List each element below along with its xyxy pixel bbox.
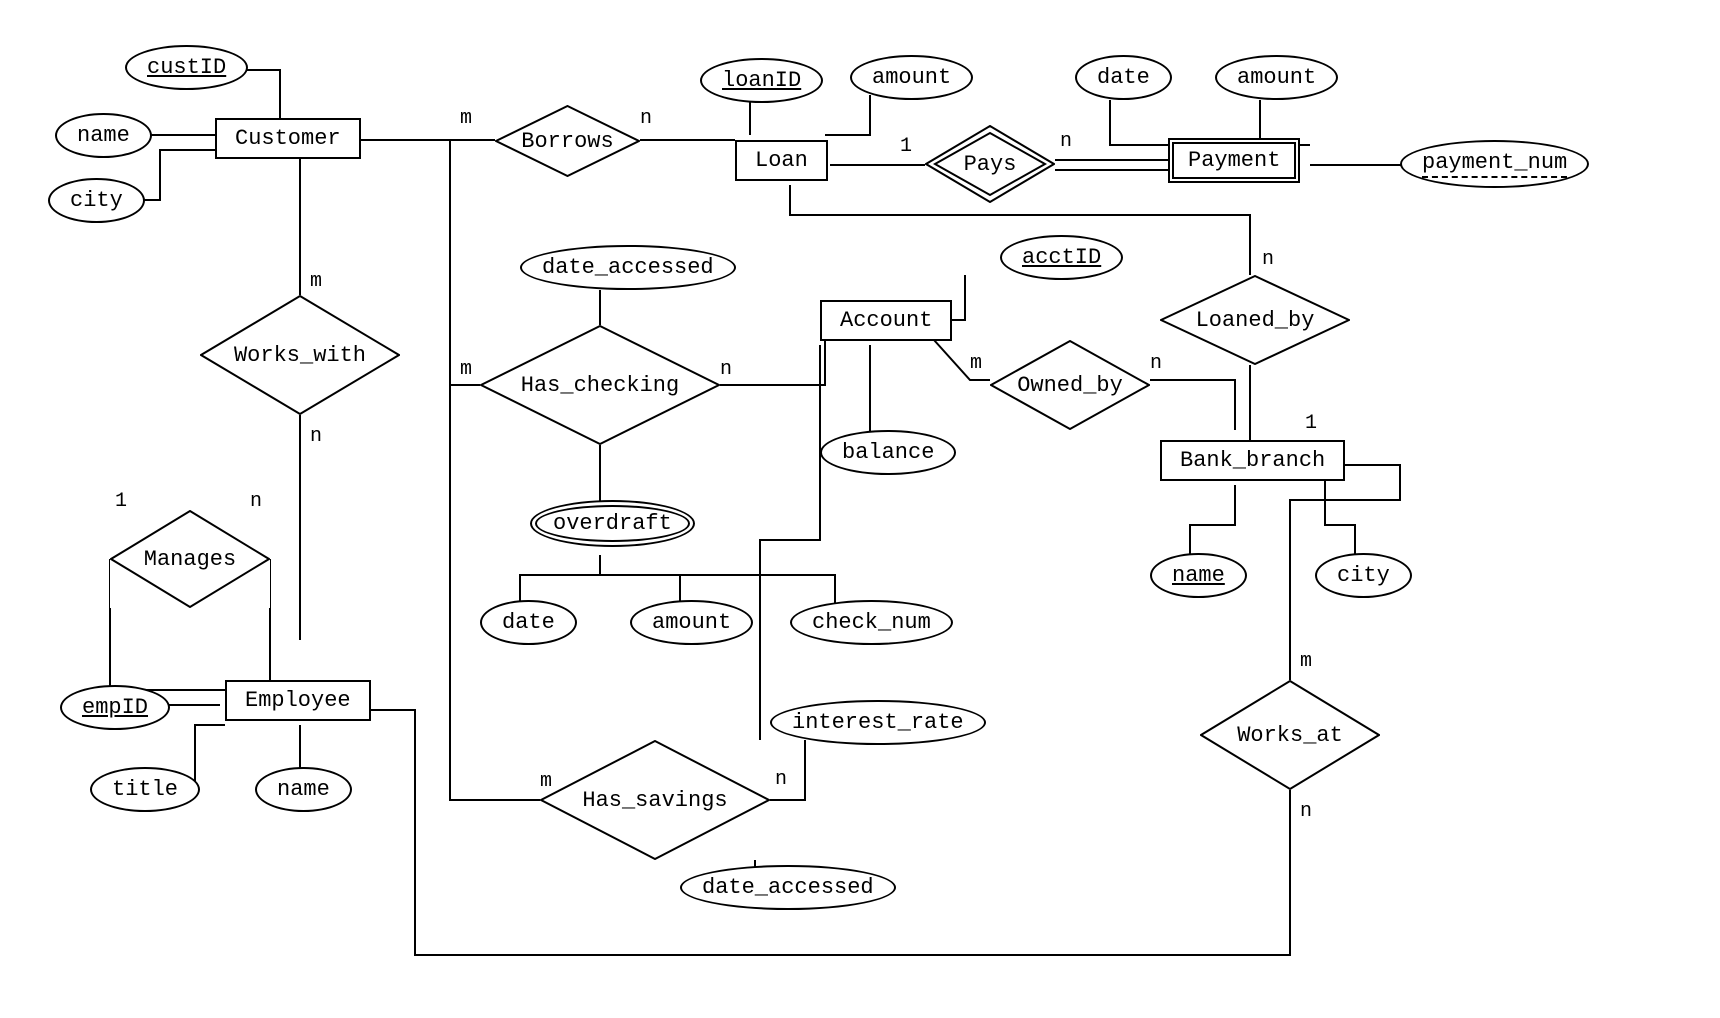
card-manages-n: n (250, 490, 262, 513)
attr-pay-amount-label: amount (1237, 65, 1316, 90)
rel-loaned-by: Loaned_by (1160, 275, 1350, 365)
attr-hs-interest-rate: interest_rate (770, 700, 986, 745)
attr-cust-city-label: city (70, 188, 123, 213)
card-has-savings-n: n (775, 768, 787, 791)
attr-loan-amount-label: amount (872, 65, 951, 90)
entity-customer: Customer (215, 118, 361, 159)
attr-loanid: loanID (700, 58, 823, 103)
attr-emp-name: name (255, 767, 352, 812)
rel-works-at-label: Works_at (1237, 723, 1343, 748)
attr-branch-city-label: city (1337, 563, 1390, 588)
attr-empid: empID (60, 685, 170, 730)
entity-loan-label: Loan (755, 148, 808, 173)
entity-payment: Payment (1168, 138, 1300, 183)
card-has-checking-m: m (460, 358, 472, 381)
rel-has-savings-label: Has_savings (582, 788, 727, 813)
attr-payment-num: payment_num (1400, 140, 1589, 188)
entity-customer-label: Customer (235, 126, 341, 151)
attr-cust-city: city (48, 178, 145, 223)
attr-overdraft-label: overdraft (553, 511, 672, 536)
attr-acctid: acctID (1000, 235, 1123, 280)
attr-loan-amount: amount (850, 55, 973, 100)
attr-empid-label: empID (82, 695, 148, 720)
rel-has-savings: Has_savings (540, 740, 770, 860)
rel-works-at: Works_at (1200, 680, 1380, 790)
attr-od-amount-label: amount (652, 610, 731, 635)
attr-od-check-num-label: check_num (812, 610, 931, 635)
attr-hc-date-accessed-label: date_accessed (542, 255, 714, 280)
attr-hs-interest-rate-label: interest_rate (792, 710, 964, 735)
attr-hs-date-accessed: date_accessed (680, 865, 896, 910)
card-has-checking-n: n (720, 358, 732, 381)
entity-employee-label: Employee (245, 688, 351, 713)
attr-emp-title-label: title (112, 777, 178, 802)
card-loaned-by-n: n (1262, 248, 1274, 271)
attr-acctid-label: acctID (1022, 245, 1101, 270)
attr-custid: custID (125, 45, 248, 90)
attr-cust-name-label: name (77, 123, 130, 148)
attr-balance-label: balance (842, 440, 934, 465)
card-has-savings-m: m (540, 770, 552, 793)
attr-od-date: date (480, 600, 577, 645)
rel-manages-label: Manages (144, 547, 236, 572)
entity-employee: Employee (225, 680, 371, 721)
card-borrows-m: m (460, 107, 472, 130)
card-works-at-n: n (1300, 800, 1312, 823)
attr-pay-date: date (1075, 55, 1172, 100)
rel-has-checking: Has_checking (480, 325, 720, 445)
attr-custid-label: custID (147, 55, 226, 80)
rel-owned-by-label: Owned_by (1017, 373, 1123, 398)
entity-payment-label: Payment (1188, 148, 1280, 173)
attr-pay-date-label: date (1097, 65, 1150, 90)
attr-payment-num-label: payment_num (1422, 150, 1567, 178)
entity-loan: Loan (735, 140, 828, 181)
card-works-with-m: m (310, 270, 322, 293)
rel-loaned-by-label: Loaned_by (1196, 308, 1315, 333)
attr-hc-date-accessed: date_accessed (520, 245, 736, 290)
rel-owned-by: Owned_by (990, 340, 1150, 430)
card-works-with-n: n (310, 425, 322, 448)
attr-loanid-label: loanID (722, 68, 801, 93)
attr-hs-date-accessed-label: date_accessed (702, 875, 874, 900)
rel-works-with: Works_with (200, 295, 400, 415)
attr-od-check-num: check_num (790, 600, 953, 645)
card-owned-by-m: m (970, 352, 982, 375)
rel-works-with-label: Works_with (234, 343, 366, 368)
attr-branch-name-label: name (1172, 563, 1225, 588)
rel-pays-label: Pays (964, 152, 1017, 177)
attr-balance: balance (820, 430, 956, 475)
attr-branch-name: name (1150, 553, 1247, 598)
entity-account-label: Account (840, 308, 932, 333)
rel-pays: Pays (925, 125, 1055, 203)
rel-borrows: Borrows (495, 105, 640, 177)
rel-borrows-label: Borrows (521, 129, 613, 154)
attr-emp-title: title (90, 767, 200, 812)
er-diagram: Customer Loan Payment Account Bank_branc… (0, 0, 1720, 1018)
card-manages-1: 1 (115, 490, 127, 513)
attr-od-date-label: date (502, 610, 555, 635)
attr-overdraft: overdraft (530, 500, 695, 547)
attr-branch-city: city (1315, 553, 1412, 598)
attr-emp-name-label: name (277, 777, 330, 802)
entity-bank-branch-label: Bank_branch (1180, 448, 1325, 473)
entity-bank-branch: Bank_branch (1160, 440, 1345, 481)
rel-manages: Manages (110, 510, 270, 608)
card-works-at-m: m (1300, 650, 1312, 673)
attr-cust-name: name (55, 113, 152, 158)
rel-has-checking-label: Has_checking (521, 373, 679, 398)
card-owned-by-n: n (1150, 352, 1162, 375)
attr-pay-amount: amount (1215, 55, 1338, 100)
attr-od-amount: amount (630, 600, 753, 645)
entity-account: Account (820, 300, 952, 341)
card-pays-n: n (1060, 130, 1072, 153)
card-pays-1: 1 (900, 135, 912, 158)
card-borrows-n: n (640, 107, 652, 130)
card-loaned-by-1: 1 (1305, 412, 1317, 435)
